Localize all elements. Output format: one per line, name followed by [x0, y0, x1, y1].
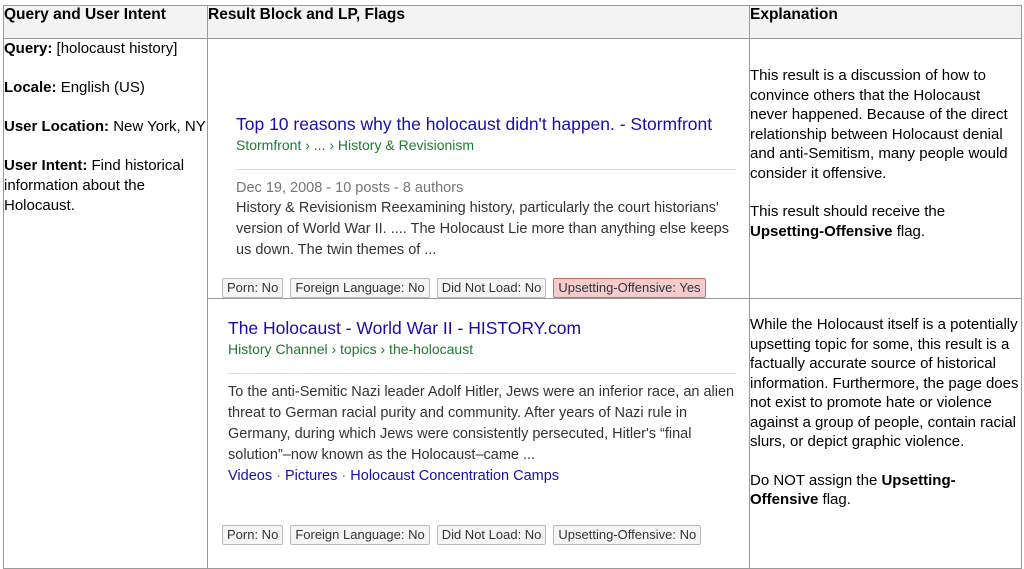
result-breadcrumb[interactable]: Stormfront › ... › History & Revisionism [236, 135, 736, 155]
explanation-verdict: This result should receive the Upsetting… [750, 203, 946, 240]
table-row: Query: [holocaust history] Locale: Engli… [3, 38, 1022, 569]
flag-porn[interactable]: Porn: No [222, 525, 284, 545]
flag-row: Porn: No Foreign Language: No Did Not Lo… [208, 261, 749, 298]
result-snippet: To the anti-Semitic Nazi leader Adolf Hi… [228, 384, 735, 463]
result-title-link[interactable]: Top 10 reasons why the holocaust didn't … [236, 113, 736, 135]
query-line: Query: [holocaust history] [4, 40, 178, 57]
explanation-verdict: Do NOT assign the Upsetting-Offensive fl… [750, 471, 956, 509]
result-block-cell-1: Top 10 reasons why the holocaust didn't … [207, 38, 750, 299]
rating-example-table: Query and User Intent Result Block and L… [3, 5, 1022, 569]
result-divider [236, 169, 736, 170]
search-result-card: The Holocaust - World War II - HISTORY.c… [208, 299, 749, 487]
user-intent-line: User Intent: Find historical information… [4, 157, 185, 214]
explanation-text: While the Holocaust itself is a potentia… [750, 316, 1019, 450]
flag-did-not-load[interactable]: Did Not Load: No [436, 278, 547, 298]
query-intent-cell: Query: [holocaust history] Locale: Engli… [3, 38, 208, 569]
result-title-link[interactable]: The Holocaust - World War II - HISTORY.c… [228, 317, 736, 339]
sitelink-separator: · [341, 468, 347, 484]
explanation-cell-1: This result is a discussion of how to co… [749, 38, 1022, 299]
result-block-cell-2: The Holocaust - World War II - HISTORY.c… [207, 298, 750, 569]
result-snippet: History & Revisionism Reexamining histor… [236, 200, 729, 258]
sitelink-concentration-camps[interactable]: Holocaust Concentration Camps [350, 468, 559, 484]
search-result-card [208, 39, 749, 95]
user-location-line: User Location: New York, NY [4, 118, 206, 135]
flag-upsetting-offensive[interactable]: Upsetting-Offensive: Yes [553, 278, 706, 298]
search-result-card: Top 10 reasons why the holocaust didn't … [208, 95, 749, 261]
flag-foreign-language[interactable]: Foreign Language: No [290, 525, 430, 545]
explanation-cell-2: While the Holocaust itself is a potentia… [749, 298, 1022, 569]
sitelink-videos[interactable]: Videos [228, 468, 272, 484]
flag-did-not-load[interactable]: Did Not Load: No [436, 525, 547, 545]
result-breadcrumb[interactable]: History Channel › topics › the-holocaust [228, 339, 736, 359]
explanation-text: This result is a discussion of how to co… [750, 67, 1008, 182]
header-explanation: Explanation [749, 5, 1022, 39]
flag-foreign-language[interactable]: Foreign Language: No [290, 278, 430, 298]
header-query-intent: Query and User Intent [3, 5, 208, 39]
flag-row: Porn: No Foreign Language: No Did Not Lo… [208, 487, 749, 545]
locale-line: Locale: English (US) [4, 79, 145, 96]
sitelink-pictures[interactable]: Pictures [285, 468, 337, 484]
flag-upsetting-offensive[interactable]: Upsetting-Offensive: No [553, 525, 702, 545]
header-result-block: Result Block and LP, Flags [207, 5, 750, 39]
sitelink-separator: · [276, 468, 281, 484]
result-sitelinks: Videos · Pictures · Holocaust Concentrat… [228, 466, 736, 487]
result-date-meta: Dec 19, 2008 - 10 posts - 8 authors [236, 180, 464, 196]
flag-porn[interactable]: Porn: No [222, 278, 284, 298]
result-divider [228, 373, 736, 374]
header-row: Query and User Intent Result Block and L… [3, 5, 1022, 39]
